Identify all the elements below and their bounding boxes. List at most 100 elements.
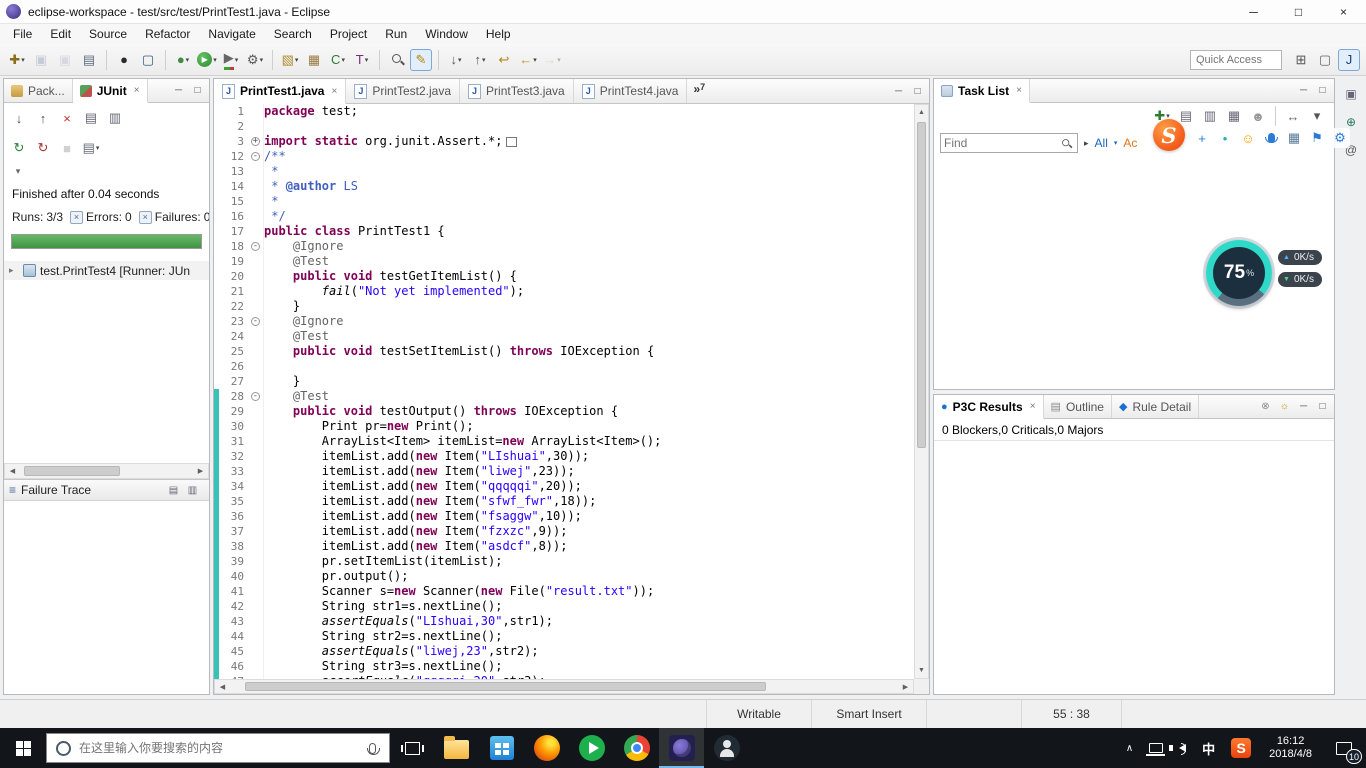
editor-tab-printtest3-java[interactable]: JPrintTest3.java xyxy=(460,79,574,103)
code-text[interactable]: String str2=s.nextLine(); xyxy=(264,629,914,644)
code-text[interactable]: pr.setItemList(itemList); xyxy=(264,554,914,569)
fold-toggle-icon[interactable]: + xyxy=(251,137,260,146)
sogou-mic-icon[interactable] xyxy=(1261,128,1281,148)
code-text[interactable]: itemList.add(new Item("asdcf",8)); xyxy=(264,539,914,554)
stop-junit-session-button[interactable]: × xyxy=(56,107,78,129)
sogou-handwriting-icon[interactable]: + xyxy=(1192,128,1212,148)
new-package-button[interactable]: ▦ xyxy=(303,49,325,71)
maximize-view-button[interactable]: □ xyxy=(189,82,206,99)
scroll-thumb[interactable] xyxy=(24,466,120,476)
menu-search[interactable]: Search xyxy=(265,25,321,43)
link-with-editor-button[interactable]: ↔ xyxy=(1282,105,1304,127)
tab-overflow-chevron[interactable]: »7 xyxy=(687,79,711,103)
code-text[interactable]: } xyxy=(264,374,914,389)
green-media-app-taskbar-button[interactable] xyxy=(569,728,614,768)
code-text[interactable]: itemList.add(new Item("fsaggw",10)); xyxy=(264,509,914,524)
menu-project[interactable]: Project xyxy=(321,25,376,43)
tab-task-list[interactable]: Task List × xyxy=(934,79,1030,103)
fold-toggle-icon[interactable]: - xyxy=(251,152,260,161)
editor-tab-printtest1-java[interactable]: JPrintTest1.java× xyxy=(214,79,346,104)
taskbar-search[interactable] xyxy=(46,733,390,763)
java-ee-perspective-button[interactable]: ▢ xyxy=(1314,49,1336,71)
code-text[interactable]: */ xyxy=(264,209,914,224)
display-tray-button[interactable] xyxy=(1141,728,1171,768)
code-area[interactable]: 1package test;23+import static org.junit… xyxy=(214,104,914,679)
show-failures-only-button[interactable]: ▤ xyxy=(80,107,102,129)
code-text[interactable]: itemList.add(new Item("fzxzc",9)); xyxy=(264,524,914,539)
sogou-emoji-icon[interactable]: ☺ xyxy=(1238,128,1258,148)
menu-navigate[interactable]: Navigate xyxy=(199,25,264,43)
open-console-button[interactable]: ▢ xyxy=(137,49,159,71)
maximize-window-button[interactable]: □ xyxy=(1276,0,1321,24)
code-text[interactable]: package test; xyxy=(264,104,914,119)
new-class-button[interactable]: C▾ xyxy=(327,49,349,71)
search-button[interactable] xyxy=(386,49,408,71)
code-text[interactable]: /** xyxy=(264,149,914,164)
scroll-left-arrow[interactable]: ◀ xyxy=(5,464,20,478)
vscroll-track[interactable]: ▲ ▼ xyxy=(914,104,929,679)
code-text[interactable]: pr.output(); xyxy=(264,569,914,584)
tree-item-printtest4[interactable]: ▸ test.PrintTest4 [Runner: JUn xyxy=(4,261,209,280)
close-tab-icon[interactable]: × xyxy=(1030,401,1036,412)
scroll-up-arrow[interactable]: ▲ xyxy=(915,105,928,120)
find-input[interactable] xyxy=(944,136,1059,150)
action-center-button[interactable]: 10 xyxy=(1322,728,1366,768)
tab-pack[interactable]: Pack... xyxy=(4,79,73,102)
stack-trace-console-button[interactable]: ▤ xyxy=(165,482,182,499)
activate-task-link[interactable]: Ac xyxy=(1123,136,1137,150)
chrome-taskbar-button[interactable] xyxy=(614,728,659,768)
tasklist-view-menu-chevron[interactable]: ▾ xyxy=(1306,105,1328,127)
code-text[interactable]: @Test xyxy=(264,389,914,404)
rerun-failed-tests-button[interactable]: ↻ xyxy=(32,137,54,159)
code-text[interactable]: itemList.add(new Item("liwej",23)); xyxy=(264,464,914,479)
search-mic-icon[interactable] xyxy=(369,743,376,754)
code-text[interactable]: String str3=s.nextLine(); xyxy=(264,659,914,674)
sogou-toolbox-icon[interactable]: ⚑ xyxy=(1307,128,1327,148)
next-annotation-button[interactable]: ↓▾ xyxy=(445,49,467,71)
code-text[interactable]: ArrayList<Item> itemList=new ArrayList<I… xyxy=(264,434,914,449)
editor-horizontal-scrollbar[interactable]: ◀ ▶ xyxy=(214,679,914,694)
code-text[interactable]: String str1=s.nextLine(); xyxy=(264,599,914,614)
code-text[interactable]: * @author LS xyxy=(264,179,914,194)
code-text[interactable]: import static org.junit.Assert.*; xyxy=(264,134,914,149)
next-failed-test-button[interactable]: ↓ xyxy=(8,107,30,129)
new-junit-test-button[interactable]: T▾ xyxy=(351,49,373,71)
restore-minimized-views-button[interactable]: ▣ xyxy=(1341,84,1361,104)
new-java-project-button[interactable]: ▧▾ xyxy=(279,49,301,71)
launch-sphere-button[interactable]: ● xyxy=(113,49,135,71)
forward-button[interactable]: →▾ xyxy=(541,49,563,71)
tab-junit[interactable]: JUnit× xyxy=(73,79,148,103)
quick-access-input[interactable] xyxy=(1190,50,1282,70)
close-tab-icon[interactable]: × xyxy=(134,85,140,96)
scroll-down-arrow[interactable]: ▼ xyxy=(915,663,928,678)
maximize-view-button[interactable]: □ xyxy=(1314,82,1331,99)
user-app-taskbar-button[interactable] xyxy=(704,728,749,768)
menu-file[interactable]: File xyxy=(4,25,41,43)
code-text[interactable]: @Test xyxy=(264,254,914,269)
menu-window[interactable]: Window xyxy=(416,25,477,43)
editor-tab-printtest4-java[interactable]: JPrintTest4.java xyxy=(574,79,688,103)
save-all-button[interactable]: ▣ xyxy=(54,49,76,71)
suggestion-lightbulb-icon[interactable]: ☼ xyxy=(1276,398,1293,415)
scroll-track[interactable] xyxy=(230,680,898,693)
close-tab-icon[interactable]: × xyxy=(1016,85,1022,96)
junit-toolbar-overflow-chevron[interactable]: ▾ xyxy=(10,164,26,178)
open-perspective-button[interactable]: ⊞ xyxy=(1290,49,1312,71)
code-text[interactable]: fail("Not yet implemented"); xyxy=(264,284,914,299)
last-edit-location-button[interactable]: ↩ xyxy=(493,49,515,71)
taskbar-search-input[interactable] xyxy=(79,741,361,755)
minimize-view-button[interactable]: ─ xyxy=(890,83,907,100)
find-expander-icon[interactable]: ▸ xyxy=(1084,138,1089,149)
code-text[interactable]: itemList.add(new Item("sfwf_fwr",18)); xyxy=(264,494,914,509)
test-run-history-button[interactable]: ▤▾ xyxy=(80,137,102,159)
code-text[interactable]: @Test xyxy=(264,329,914,344)
code-text[interactable]: } xyxy=(264,299,914,314)
scroll-left-arrow[interactable]: ◀ xyxy=(215,680,230,693)
minimize-window-button[interactable]: ─ xyxy=(1231,0,1276,24)
debug-button[interactable]: ●▾ xyxy=(172,49,194,71)
menu-edit[interactable]: Edit xyxy=(41,25,80,43)
start-button[interactable] xyxy=(0,728,46,768)
menu-help[interactable]: Help xyxy=(477,25,520,43)
clock[interactable]: 16:12 2018/4/8 xyxy=(1259,735,1322,761)
scroll-track[interactable] xyxy=(20,464,193,478)
